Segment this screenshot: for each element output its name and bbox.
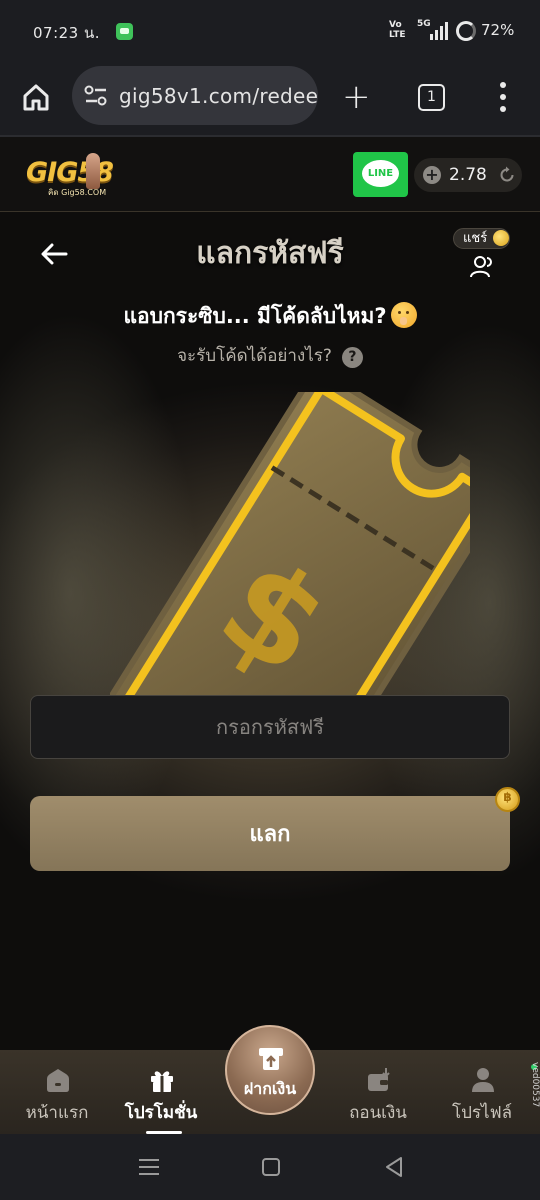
version-tag: ved00537 [530,1062,540,1108]
how-to-get-code-link[interactable]: จะรับโค้ดได้อย่างไร?? [0,342,540,369]
site-header: GIG58 คิด Gig58.COM LINE + 2.78 [0,137,540,212]
status-bar: 07:23 น. Vo LTE 5G 72% [0,0,540,62]
home-icon [47,1069,69,1092]
nav-withdraw[interactable]: ถอนเงิน [328,1050,428,1134]
redeem-page: แลกรหัสฟรี แชร์ แอบกระซิบ... มีโค้ดลับไห… [0,212,540,1050]
ticket-illustration: $ [110,392,470,712]
nav-deposit[interactable]: ฝากเงิน [225,1025,315,1115]
battery-percent: 72% [481,21,515,39]
signal-icon [428,22,450,40]
browser-toolbar: gig58v1.com/redeem + 1 [0,62,540,137]
profile-icon [472,1068,494,1092]
address-bar[interactable]: gig58v1.com/redeem [72,66,318,125]
gig58-logo[interactable]: GIG58 คิด Gig58.COM [26,153,138,199]
line-icon: LINE [362,160,399,187]
new-tab-button[interactable]: + [342,80,371,114]
balance-value: 2.78 [449,165,487,185]
browser-menu-icon[interactable] [500,82,506,112]
deposit-icon [259,1048,283,1070]
nav-home[interactable]: หน้าแรก [7,1050,107,1134]
add-credit-button[interactable]: + [423,166,441,184]
home-icon[interactable] [21,82,51,112]
system-navigation-bar [0,1134,540,1200]
nav-promotion[interactable]: โปรโมชั่น [111,1050,211,1134]
shushing-face-icon [390,302,417,328]
balance-display: + 2.78 [414,158,522,192]
redeem-button[interactable]: แลก [30,796,510,871]
tab-switcher-button[interactable]: 1 [418,84,445,111]
coin-icon [493,230,509,246]
gift-icon [151,1071,173,1092]
invite-friend-icon [470,256,492,278]
battery-ring-icon [456,21,476,41]
help-icon[interactable]: ? [341,347,363,368]
nav-profile[interactable]: โปรไฟล์ [432,1050,532,1134]
message-notification-icon [116,23,133,40]
volte-indicator: Vo LTE [389,20,406,40]
logo-mascot [86,153,100,189]
system-back-button[interactable] [384,1156,404,1178]
line-contact-button[interactable]: LINE [353,152,408,197]
wallet-icon [368,1068,390,1091]
url-text[interactable]: gig58v1.com/redeem [119,84,318,108]
status-time: 07:23 น. [33,24,101,42]
recent-apps-button[interactable] [139,1158,159,1176]
site-settings-icon[interactable] [84,85,108,107]
refresh-icon[interactable] [498,166,516,184]
coin-badge-icon [495,787,520,812]
share-button[interactable]: แชร์ [453,228,515,278]
system-home-button[interactable] [262,1158,280,1176]
redeem-code-input[interactable] [30,695,510,759]
tagline: แอบกระซิบ... มีโค้ดลับไหม? [0,300,540,333]
